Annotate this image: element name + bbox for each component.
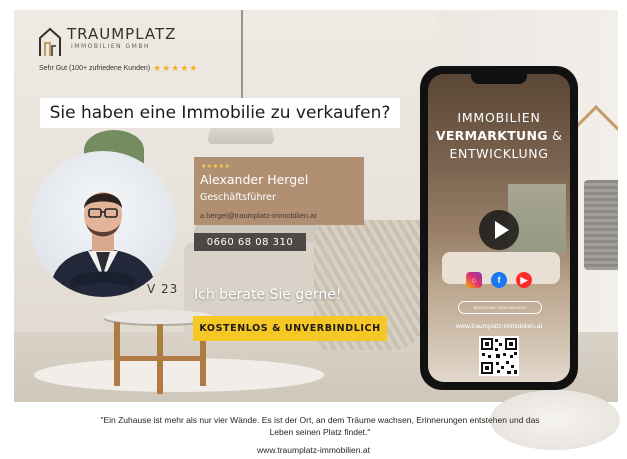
play-video-button[interactable] xyxy=(479,210,519,250)
throw-blanket xyxy=(584,180,618,270)
screen-title-line2: VERMARKTUNG & xyxy=(435,128,563,143)
social-links: ○ f ▶ xyxy=(466,272,532,288)
house-logo-icon xyxy=(39,27,61,56)
person-photo xyxy=(48,192,158,297)
contact-stars-icon: ★★★★★ xyxy=(201,164,231,170)
rug xyxy=(34,358,324,392)
screen-url[interactable]: www.traumplatz-immobilien.at xyxy=(428,323,570,330)
rating-text: Sehr Gut (100+ zufriedene Kunden) xyxy=(39,65,151,72)
rating: Sehr Gut (100+ zufriedene Kunden) ★★★★★ xyxy=(39,63,198,74)
screen-consult-button[interactable]: BERATUNG VEREINBAREN xyxy=(458,301,542,314)
headline: Sie haben eine Immobilie zu verkaufen? xyxy=(49,103,391,123)
screen-title-line1: IMMOBILIEN xyxy=(457,110,541,125)
rating-stars-icon: ★★★★★ xyxy=(153,63,199,73)
contact-role: Geschäftsführer xyxy=(200,192,276,203)
footer-url[interactable]: www.traumplatz-immobilien.at xyxy=(0,445,627,455)
qr-code-icon[interactable] xyxy=(479,336,519,376)
contact-name: Alexander Hergel xyxy=(200,172,309,187)
cta-button[interactable]: KOSTENLOS & UNVERBINDLICH xyxy=(193,316,387,341)
smartphone-mockup: IMMOBILIEN VERMARKTUNG & ENTWICKLUNG ○ f… xyxy=(420,66,578,390)
quote-text: "Ein Zuhause ist mehr als nur vier Wände… xyxy=(100,415,540,437)
phone-number-link[interactable]: 0660 68 08 310 xyxy=(194,233,306,251)
flyer-page: V 23 TRAUMPLATZ IMMOBILIEN GMBH Sehr Gut… xyxy=(0,0,627,459)
instagram-icon[interactable]: ○ xyxy=(466,272,482,288)
advice-text: Ich berate Sie gerne! xyxy=(194,287,342,303)
screen-title-line3: ENTWICKLUNG xyxy=(449,146,549,161)
play-icon xyxy=(495,221,509,239)
phone-screen: IMMOBILIEN VERMARKTUNG & ENTWICKLUNG ○ f… xyxy=(428,74,570,382)
contact-email-link[interactable]: a.hergel@traumplatz-immobilien.at xyxy=(200,211,316,220)
brand-logo[interactable]: TRAUMPLATZ IMMOBILIEN GMBH xyxy=(37,26,176,58)
avatar xyxy=(30,151,176,297)
brand-name: TRAUMPLATZ xyxy=(67,25,177,43)
wall-numbers: V 23 xyxy=(147,282,179,296)
youtube-icon[interactable]: ▶ xyxy=(516,272,532,288)
headline-box: Sie haben eine Immobilie zu verkaufen? xyxy=(40,98,400,128)
brand-subtitle: IMMOBILIEN GMBH xyxy=(71,43,150,50)
facebook-icon[interactable]: f xyxy=(491,272,507,288)
